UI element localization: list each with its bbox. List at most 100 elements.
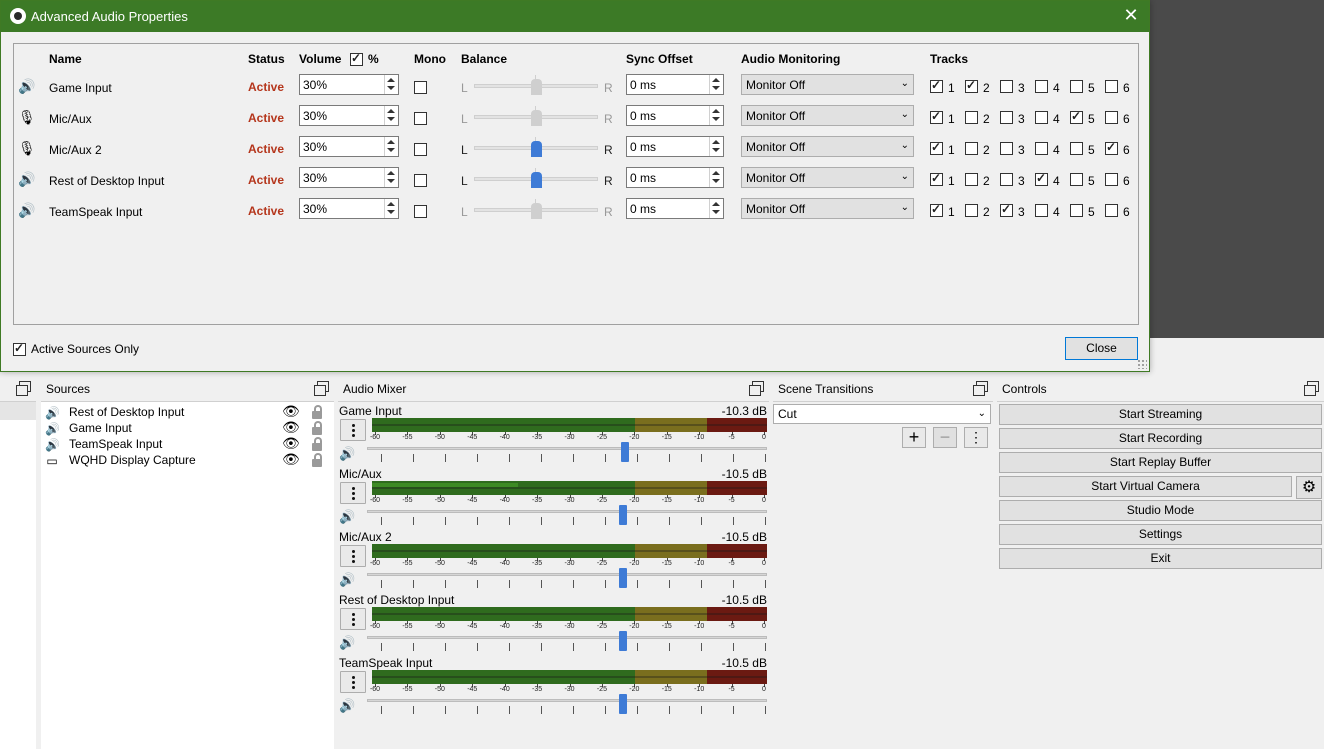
visibility-eye-icon[interactable]: 👁 — [282, 420, 300, 434]
start-recording-button[interactable]: Start Recording — [999, 428, 1322, 449]
audio-monitoring-select[interactable]: Monitor Off ⌄ — [741, 136, 914, 157]
track-3-checkbox[interactable] — [1000, 173, 1013, 186]
track-3-checkbox[interactable] — [1000, 80, 1013, 93]
mono-checkbox[interactable] — [414, 112, 427, 125]
sync-offset-spinbox[interactable]: 0 ms — [626, 74, 724, 95]
source-item[interactable]: ▭ WQHD Display Capture 👁 — [41, 452, 334, 468]
sync-offset-spinbox[interactable]: 0 ms — [626, 198, 724, 219]
lock-icon[interactable] — [311, 404, 323, 419]
fader-handle[interactable] — [619, 505, 627, 525]
speaker-icon[interactable]: 🔊 — [339, 509, 355, 525]
channel-menu-button[interactable] — [340, 671, 366, 693]
volume-spinbox[interactable]: 30% — [299, 74, 399, 95]
spin-arrows-icon[interactable] — [384, 168, 398, 187]
audio-monitoring-select[interactable]: Monitor Off ⌄ — [741, 167, 914, 188]
volume-percent-checkbox[interactable] — [350, 51, 363, 66]
speaker-icon[interactable]: 🔊 — [339, 635, 355, 651]
track-6-checkbox[interactable] — [1105, 111, 1118, 124]
source-item[interactable]: 🔊 Rest of Desktop Input 👁 — [41, 404, 334, 420]
track-1-checkbox[interactable] — [930, 140, 943, 155]
track-6-checkbox[interactable] — [1105, 140, 1118, 155]
channel-menu-button[interactable] — [340, 545, 366, 567]
visibility-eye-icon[interactable]: 👁 — [282, 404, 300, 418]
mono-checkbox[interactable] — [414, 205, 427, 218]
fader-handle[interactable] — [621, 442, 629, 462]
start-virtual-camera-button[interactable]: Start Virtual Camera — [999, 476, 1292, 497]
start-replay-buffer-button[interactable]: Start Replay Buffer — [999, 452, 1322, 473]
balance-handle[interactable] — [531, 172, 542, 188]
sync-offset-spinbox[interactable]: 0 ms — [626, 167, 724, 188]
track-5-checkbox[interactable] — [1070, 109, 1083, 124]
undock-icon[interactable] — [1304, 381, 1319, 396]
volume-fader[interactable] — [367, 442, 767, 462]
volume-spinbox[interactable]: 30% — [299, 198, 399, 219]
track-6-checkbox[interactable] — [1105, 80, 1118, 93]
visibility-eye-icon[interactable]: 👁 — [282, 452, 300, 466]
fader-handle[interactable] — [619, 631, 627, 651]
volume-fader[interactable] — [367, 694, 767, 714]
undock-icon[interactable] — [973, 381, 988, 396]
speaker-icon[interactable]: 🔊 — [339, 572, 355, 588]
track-2-checkbox[interactable] — [965, 142, 978, 155]
track-6-checkbox[interactable] — [1105, 173, 1118, 186]
volume-fader[interactable] — [367, 568, 767, 588]
sources-list[interactable]: 🔊 Rest of Desktop Input 👁 🔊 Game Input 👁… — [41, 402, 334, 749]
balance-handle[interactable] — [531, 110, 542, 126]
transition-select[interactable]: Cut ⌄ — [773, 404, 991, 424]
settings-button[interactable]: Settings — [999, 524, 1322, 545]
scene-item-selected[interactable] — [0, 402, 36, 420]
undock-icon[interactable] — [314, 381, 329, 396]
spin-arrows-icon[interactable] — [709, 106, 723, 125]
balance-handle[interactable] — [531, 203, 542, 219]
track-1-checkbox[interactable] — [930, 171, 943, 186]
track-2-checkbox[interactable] — [965, 173, 978, 186]
track-5-checkbox[interactable] — [1070, 204, 1083, 217]
audio-monitoring-select[interactable]: Monitor Off ⌄ — [741, 198, 914, 219]
mono-checkbox[interactable] — [414, 143, 427, 156]
track-5-checkbox[interactable] — [1070, 142, 1083, 155]
spin-arrows-icon[interactable] — [384, 106, 398, 125]
speaker-icon[interactable]: 🔊 — [339, 446, 355, 462]
spin-arrows-icon[interactable] — [709, 199, 723, 218]
sync-offset-spinbox[interactable]: 0 ms — [626, 105, 724, 126]
resize-grip-icon[interactable] — [1137, 359, 1147, 369]
sync-offset-spinbox[interactable]: 0 ms — [626, 136, 724, 157]
undock-icon[interactable] — [16, 381, 31, 396]
remove-transition-button[interactable]: − — [933, 427, 957, 448]
source-item[interactable]: 🔊 Game Input 👁 — [41, 420, 334, 436]
spin-arrows-icon[interactable] — [384, 75, 398, 94]
track-1-checkbox[interactable] — [930, 78, 943, 93]
start-streaming-button[interactable]: Start Streaming — [999, 404, 1322, 425]
track-2-checkbox[interactable] — [965, 78, 978, 93]
mono-checkbox[interactable] — [414, 81, 427, 94]
audio-monitoring-select[interactable]: Monitor Off ⌄ — [741, 105, 914, 126]
track-4-checkbox[interactable] — [1035, 204, 1048, 217]
track-5-checkbox[interactable] — [1070, 173, 1083, 186]
fader-handle[interactable] — [619, 694, 627, 714]
channel-menu-button[interactable] — [340, 419, 366, 441]
volume-spinbox[interactable]: 30% — [299, 136, 399, 157]
active-sources-only-checkbox[interactable] — [13, 341, 26, 356]
spin-arrows-icon[interactable] — [709, 137, 723, 156]
undock-icon[interactable] — [749, 381, 764, 396]
track-4-checkbox[interactable] — [1035, 111, 1048, 124]
volume-spinbox[interactable]: 30% — [299, 105, 399, 126]
track-3-checkbox[interactable] — [1000, 111, 1013, 124]
volume-fader[interactable] — [367, 631, 767, 651]
lock-icon[interactable] — [311, 452, 323, 467]
track-1-checkbox[interactable] — [930, 202, 943, 217]
track-4-checkbox[interactable] — [1035, 80, 1048, 93]
track-4-checkbox[interactable] — [1035, 142, 1048, 155]
spin-arrows-icon[interactable] — [384, 199, 398, 218]
channel-menu-button[interactable] — [340, 608, 366, 630]
speaker-icon[interactable]: 🔊 — [339, 698, 355, 714]
spin-arrows-icon[interactable] — [709, 75, 723, 94]
source-item[interactable]: 🔊 TeamSpeak Input 👁 — [41, 436, 334, 452]
track-1-checkbox[interactable] — [930, 109, 943, 124]
volume-spinbox[interactable]: 30% — [299, 167, 399, 188]
exit-button[interactable]: Exit — [999, 548, 1322, 569]
channel-menu-button[interactable] — [340, 482, 366, 504]
track-5-checkbox[interactable] — [1070, 80, 1083, 93]
balance-handle[interactable] — [531, 141, 542, 157]
audio-monitoring-select[interactable]: Monitor Off ⌄ — [741, 74, 914, 95]
